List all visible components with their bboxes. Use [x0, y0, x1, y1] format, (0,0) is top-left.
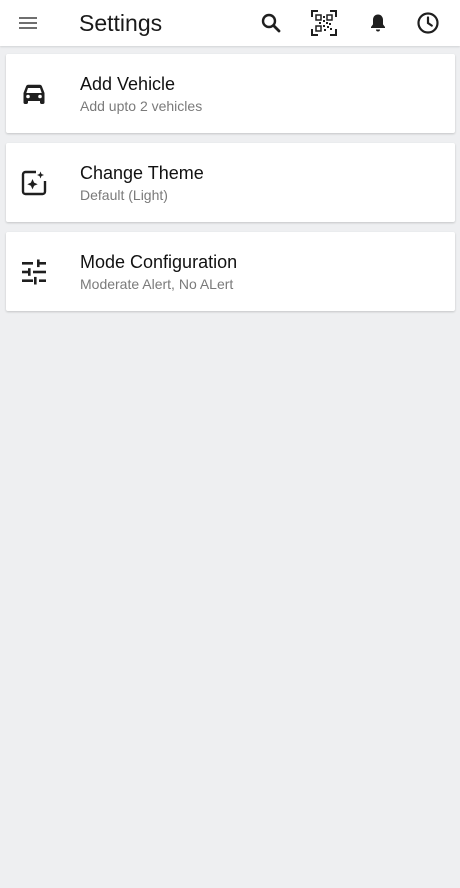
setting-subtitle: Moderate Alert, No ALert [80, 276, 234, 292]
setting-subtitle: Default (Light) [80, 187, 168, 203]
car-icon [20, 80, 48, 108]
setting-title: Change Theme [80, 163, 204, 183]
hamburger-menu-icon[interactable] [6, 0, 50, 46]
clock-icon[interactable] [406, 0, 450, 46]
setting-item-change-theme[interactable]: Change Theme Default (Light) [6, 143, 455, 222]
setting-subtitle: Add upto 2 vehicles [80, 98, 203, 114]
tune-sliders-icon [20, 258, 48, 286]
setting-title: Mode Configuration [80, 252, 238, 272]
qr-code-icon[interactable] [302, 0, 346, 46]
setting-item-mode-configuration[interactable]: Mode Configuration Moderate Alert, No AL… [6, 232, 455, 311]
setting-item-add-vehicle[interactable]: Add Vehicle Add upto 2 vehicles [6, 54, 455, 133]
bell-icon[interactable] [356, 0, 400, 46]
search-icon[interactable] [249, 0, 293, 46]
app-bar: Settings [0, 0, 460, 46]
theme-sparkle-icon [20, 169, 48, 197]
page-title: Settings [79, 10, 163, 36]
setting-title: Add Vehicle [80, 74, 176, 94]
